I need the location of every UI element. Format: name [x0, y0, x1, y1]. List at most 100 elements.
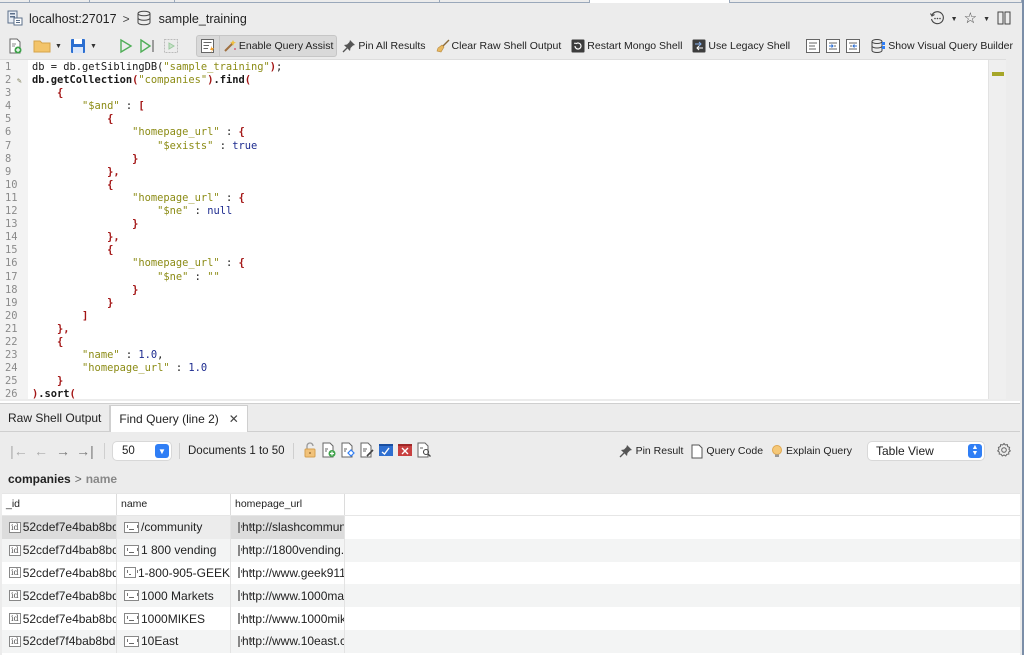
code-line[interactable]: 3 {: [0, 87, 1006, 100]
clear-raw-shell-output-button[interactable]: Clear Raw Shell Output: [433, 36, 565, 56]
code-line[interactable]: 24 "homepage_url" : 1.0: [0, 362, 1006, 375]
cell-homepage-url[interactable]: http://www.10east.com: [231, 629, 345, 653]
previous-page-button[interactable]: ←: [30, 443, 52, 459]
query-code-button[interactable]: Query Code: [691, 444, 763, 459]
column-header-homepage-url[interactable]: homepage_url: [231, 494, 345, 515]
path-collection[interactable]: companies: [8, 472, 71, 486]
indent-button[interactable]: [823, 36, 843, 56]
cell-homepage-url[interactable]: http://slashcommunity.com: [231, 516, 345, 539]
cell-id[interactable]: id52cdef7d4bab8bd675297be4: [2, 538, 117, 562]
next-page-button[interactable]: →: [52, 443, 74, 459]
code-line[interactable]: 15 {: [0, 244, 1006, 257]
code-line[interactable]: 18 }: [0, 284, 1006, 297]
pin-all-results-button[interactable]: Pin All Results: [339, 36, 428, 56]
close-tab-icon[interactable]: ✕: [229, 412, 239, 426]
run-selection-button[interactable]: [160, 36, 182, 56]
code-line[interactable]: 4 "$and" : [: [0, 100, 1006, 113]
code-line[interactable]: 1 db = db.getSiblingDB("sample_training")…: [0, 61, 1006, 74]
enable-query-assist-button[interactable]: Enable Query Assist: [218, 36, 337, 56]
code-line[interactable]: 8 }: [0, 153, 1006, 166]
cell-homepage-url[interactable]: http://www.geek911.com: [231, 561, 345, 585]
cell-id[interactable]: id52cdef7f4bab8bd67529c3b8: [2, 629, 117, 653]
unlock-icon[interactable]: [302, 441, 318, 461]
code-line[interactable]: 2 ✎ db.getCollection("companies").find(: [0, 74, 1006, 87]
cell-id[interactable]: id52cdef7e4bab8bd67529a4ef: [2, 607, 117, 630]
code-line[interactable]: 12 "$ne" : null: [0, 205, 1006, 218]
cell-id[interactable]: id52cdef7e4bab8bd67529b1f5: [2, 584, 117, 608]
run-statement-button[interactable]: [136, 36, 160, 56]
apply-changes-icon[interactable]: [378, 442, 394, 461]
breadcrumb-database[interactable]: sample_training: [136, 10, 247, 29]
history-dropdown-caret[interactable]: ▼: [951, 16, 958, 23]
code-line[interactable]: 23 "name" : 1.0,: [0, 349, 1006, 362]
code-line[interactable]: 5 {: [0, 113, 1006, 126]
code-line[interactable]: 22 {: [0, 336, 1006, 349]
table-row[interactable]: id52cdef7e4bab8bd675298be0 1-800-905-GEEK…: [2, 561, 1020, 585]
code-line[interactable]: 7 "$exists" : true: [0, 140, 1006, 153]
code-line[interactable]: 20 ]: [0, 310, 1006, 323]
editor-vertical-scrollbar[interactable]: [988, 60, 1006, 399]
code-line[interactable]: 19 }: [0, 297, 1006, 310]
cell-homepage-url[interactable]: http://1800vending.com: [231, 538, 345, 562]
cell-name[interactable]: 1 800 vending: [117, 538, 231, 562]
cell-name[interactable]: 1000MIKES: [117, 607, 231, 630]
cell-name[interactable]: 1000 Markets: [117, 584, 231, 608]
cell-name[interactable]: /community: [117, 516, 231, 539]
table-row[interactable]: id52cdef7d4bab8bd675297be4 1 800 vending h…: [2, 538, 1020, 562]
save-button[interactable]: ▼: [67, 36, 102, 56]
edit-document-icon[interactable]: [359, 442, 375, 461]
open-dropdown-caret[interactable]: ▼: [55, 43, 62, 50]
add-document-icon[interactable]: [321, 442, 337, 461]
code-line[interactable]: 10 {: [0, 179, 1006, 192]
settings-gear-icon[interactable]: [996, 442, 1012, 461]
column-header-name[interactable]: name: [117, 494, 231, 515]
first-page-button[interactable]: |←: [8, 443, 30, 459]
explain-query-button[interactable]: Explain Query: [771, 444, 852, 459]
table-row[interactable]: id52cdef7e4bab8bd675297d8b/community http…: [2, 516, 1020, 539]
history-icon[interactable]: [929, 10, 945, 29]
run-button[interactable]: [116, 36, 136, 56]
editor-results-divider[interactable]: [0, 401, 1020, 404]
table-row[interactable]: id52cdef7f4bab8bd67529c3b8 10East http://w…: [2, 629, 1020, 653]
tab-find-query[interactable]: Find Query (line 2) ✕: [110, 405, 248, 432]
use-legacy-shell-button[interactable]: Use Legacy Shell: [689, 36, 793, 56]
code-line[interactable]: 6 "homepage_url" : {: [0, 126, 1006, 139]
outdent-button[interactable]: [843, 36, 863, 56]
cell-name[interactable]: 10East: [117, 629, 231, 653]
code-line[interactable]: 17 "$ne" : "": [0, 271, 1006, 284]
delete-document-icon[interactable]: [397, 442, 413, 461]
cell-homepage-url[interactable]: http://www.1000mikes.com: [231, 607, 345, 630]
table-row[interactable]: id52cdef7e4bab8bd67529a4ef 1000MIKES http:…: [2, 607, 1020, 630]
save-dropdown-caret[interactable]: ▼: [90, 43, 97, 50]
last-page-button[interactable]: →|: [74, 443, 96, 459]
code-line[interactable]: 26).sort(: [0, 388, 1006, 399]
code-line[interactable]: 16 "homepage_url" : {: [0, 257, 1006, 270]
view-mode-select[interactable]: Table View ▲ ▼: [868, 442, 984, 460]
view-document-icon[interactable]: [416, 442, 432, 461]
path-field[interactable]: name: [86, 472, 117, 486]
cell-id[interactable]: id52cdef7e4bab8bd675297d8b: [2, 516, 117, 539]
new-script-button[interactable]: [4, 36, 26, 56]
code-line[interactable]: 14 },: [0, 231, 1006, 244]
table-row[interactable]: id52cdef7e4bab8bd67529b1f5 1000 Markets ht…: [2, 584, 1020, 608]
format-code-button[interactable]: [803, 36, 823, 56]
page-size-select[interactable]: 50 ▼: [113, 442, 171, 460]
open-folder-button[interactable]: ▼: [30, 36, 67, 56]
code-line[interactable]: 13 }: [0, 218, 1006, 231]
query-assist-panel-button[interactable]: [197, 36, 219, 56]
code-line[interactable]: 9 },: [0, 166, 1006, 179]
favorites-dropdown-caret[interactable]: ▼: [983, 16, 990, 23]
restart-mongo-shell-button[interactable]: Restart Mongo Shell: [568, 36, 685, 56]
pin-result-button[interactable]: Pin Result: [619, 444, 683, 458]
breadcrumb-connection[interactable]: localhost:27017: [6, 10, 117, 29]
tab-raw-shell-output[interactable]: Raw Shell Output: [0, 405, 111, 431]
code-line[interactable]: 21 },: [0, 323, 1006, 336]
cell-homepage-url[interactable]: http://www.1000markets.com: [231, 584, 345, 608]
star-icon[interactable]: ☆: [964, 11, 977, 27]
column-header-id[interactable]: _id: [2, 494, 117, 515]
clone-document-icon[interactable]: [340, 442, 356, 461]
cell-id[interactable]: id52cdef7e4bab8bd675298be0: [2, 561, 117, 585]
split-view-icon[interactable]: [996, 10, 1012, 29]
code-line[interactable]: 25 }: [0, 375, 1006, 388]
code-editor[interactable]: 1 db = db.getSiblingDB("sample_training")…: [0, 59, 1006, 399]
